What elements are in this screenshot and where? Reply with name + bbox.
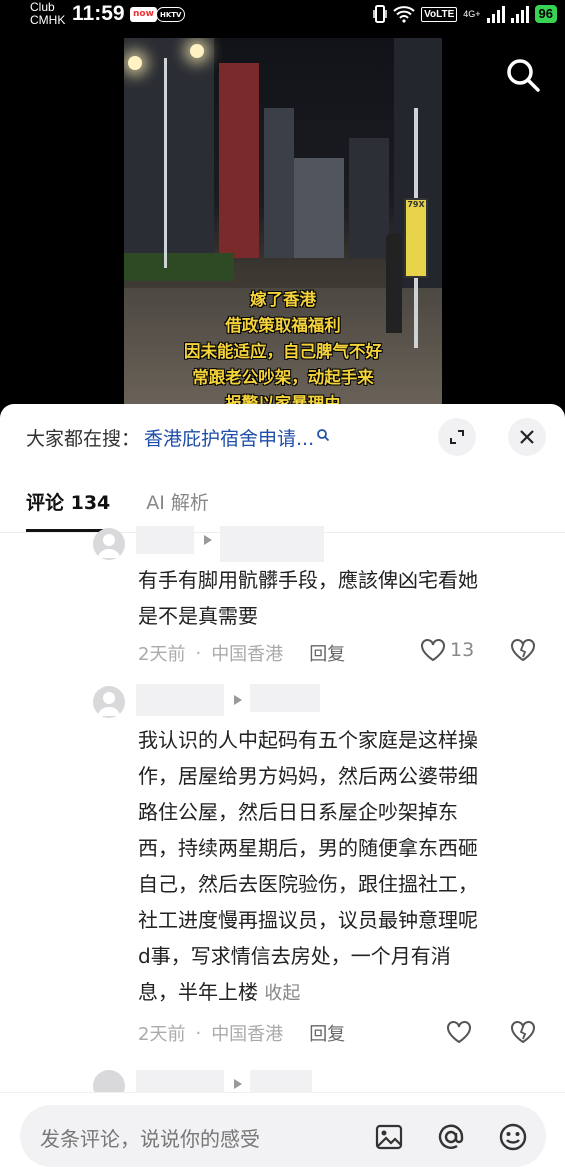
hktv-app-icon: HKTV <box>156 7 186 22</box>
comment-sheet: 大家都在搜： 香港庇护宿舍申请... 评论 134 AI 解析 有手有脚用骯髒手… <box>0 404 565 1176</box>
dislike-icon[interactable] <box>510 1020 536 1044</box>
reply-button[interactable]: 回复 <box>309 1020 345 1046</box>
search-icon <box>317 428 330 441</box>
reply-arrow-icon <box>234 1079 242 1089</box>
comment-location: 中国香港 <box>211 1024 284 1045</box>
status-bar: Club CMHK 11:59 now HKTV VoLTE 4G+ 96 <box>0 0 565 34</box>
comment-text: 有手有脚用骯髒手段，應該俾凶宅看她 是不是真需要 <box>138 562 548 634</box>
comment-text-line: 息，半年上楼 收起 <box>138 974 548 1012</box>
street-light <box>128 56 142 70</box>
street-pole <box>164 58 167 268</box>
like-button[interactable] <box>446 1020 472 1044</box>
comment-text-line: 作，居屋给男方妈妈，然后两公婆带细 <box>138 764 478 788</box>
battery-indicator: 96 <box>534 5 557 23</box>
reply-arrow-icon <box>234 695 242 705</box>
volte-badge: VoLTE <box>421 6 458 22</box>
comment-text-line: 社工进度慢再搵议员，议员最钟意理呢 <box>138 908 478 932</box>
clock: 11:59 <box>72 2 125 25</box>
building-red <box>219 63 259 258</box>
network-type: 4G+ <box>463 8 481 19</box>
avatar[interactable] <box>93 528 125 560</box>
comment-text-line: 西，持续两星期后，男的随便拿东西砸 <box>138 836 478 860</box>
comment-text-line: d事，写求情信去房处，一个月有消 <box>138 944 451 968</box>
hedge <box>124 253 234 281</box>
close-button[interactable] <box>508 418 546 456</box>
comment-text: 我认识的人中起码有五个家庭是这样操 作，居屋给男方妈妈，然后两公婆带细 路住公屋… <box>138 722 548 1012</box>
comment-text-line: 路住公屋，然后日日系屋企吵架掉东 <box>138 800 458 824</box>
carrier-label: Club CMHK <box>30 1 65 27</box>
mention-icon[interactable] <box>436 1122 466 1152</box>
building-left <box>124 38 214 258</box>
reply-to-username-redacted[interactable] <box>250 684 320 712</box>
building-far <box>349 138 389 258</box>
comment-text-line: 有手有脚用骯髒手段，應該俾凶宅看她 <box>138 568 478 592</box>
dislike-icon[interactable] <box>510 638 536 662</box>
meta-separator: · <box>195 1022 202 1044</box>
comment-time: 2天前 <box>138 644 186 665</box>
comment-input-bar: 发条评论，说说你的感受 <box>0 1092 565 1176</box>
subtitle-line: 因未能适应，自己脾气不好 <box>184 342 382 361</box>
signal-icon-2 <box>510 5 529 23</box>
comment-item: 我认识的人中起码有五个家庭是这样操 作，居屋给男方妈妈，然后两公婆带细 路住公屋… <box>0 684 565 1064</box>
screen: Club CMHK 11:59 now HKTV VoLTE 4G+ 96 79… <box>0 0 565 1176</box>
signal-icon-1 <box>486 5 505 23</box>
hot-search-label: 大家都在搜： <box>26 428 141 450</box>
comment-text-line: 自己，然后去医院验伤，跟住搵社工， <box>138 872 478 896</box>
comment-item: 有手有脚用骯髒手段，應該俾凶宅看她 是不是真需要 2天前 · 中国香港 回复 1… <box>0 526 565 686</box>
search-icon[interactable] <box>503 55 543 95</box>
comment-meta: 2天前 · 中国香港 回复 <box>138 640 345 666</box>
reply-to-username-redacted[interactable] <box>220 526 324 562</box>
image-icon[interactable] <box>374 1122 404 1152</box>
status-icons: VoLTE 4G+ 96 <box>373 4 557 24</box>
building-mid <box>264 108 294 258</box>
like-button[interactable]: 13 <box>420 638 474 662</box>
comment-input[interactable]: 发条评论，说说你的感受 <box>20 1105 546 1167</box>
user-icon <box>98 534 120 558</box>
comment-location: 中国香港 <box>211 644 284 665</box>
close-icon <box>520 430 534 444</box>
heart-icon <box>421 639 445 662</box>
carrier-line-2: CMHK <box>30 13 66 27</box>
comment-time: 2天前 <box>138 1024 186 1045</box>
comment-text-line: 是不是真需要 <box>138 604 258 628</box>
hot-search-query[interactable]: 香港庇护宿舍申请... <box>144 424 314 451</box>
subtitle-line: 嫁了香港 <box>250 290 316 309</box>
building-back <box>294 158 344 258</box>
like-count: 13 <box>450 639 475 661</box>
hot-search-row[interactable]: 大家都在搜： 香港庇护宿舍申请... <box>26 424 330 451</box>
comment-input-placeholder: 发条评论，说说你的感受 <box>40 1127 260 1151</box>
subtitle-line: 常跟老公吵架，动起手来 <box>192 368 374 387</box>
wifi-icon <box>393 6 415 23</box>
meta-separator: · <box>195 642 202 664</box>
expand-icon <box>450 430 464 444</box>
expand-button[interactable] <box>438 418 476 456</box>
vibrate-icon <box>373 5 387 23</box>
collapse-button[interactable]: 收起 <box>264 983 300 1004</box>
now-tv-app-icon: now <box>130 7 157 22</box>
comment-meta: 2天前 · 中国香港 回复 <box>138 1020 345 1046</box>
reply-arrow-icon <box>204 535 212 545</box>
video-player[interactable]: 79X 嫁了香港 借政策取福福利 因未能适应，自己脾气不好 常跟老公吵架，动起手… <box>124 38 442 406</box>
comment-text-end: 息，半年上楼 <box>138 980 258 1004</box>
street-light <box>190 44 204 58</box>
subtitle-line: 借政策取福福利 <box>225 316 341 335</box>
heart-icon <box>447 1021 471 1044</box>
reply-button[interactable]: 回复 <box>309 640 345 666</box>
comment-text-line: 我认识的人中起码有五个家庭是这样操 <box>138 728 478 752</box>
user-icon <box>98 692 120 716</box>
bus-stop-sign: 79X <box>404 198 428 278</box>
emoji-icon[interactable] <box>498 1122 528 1152</box>
avatar[interactable] <box>93 686 125 718</box>
username-redacted[interactable] <box>136 684 224 716</box>
username-redacted[interactable] <box>136 526 194 554</box>
